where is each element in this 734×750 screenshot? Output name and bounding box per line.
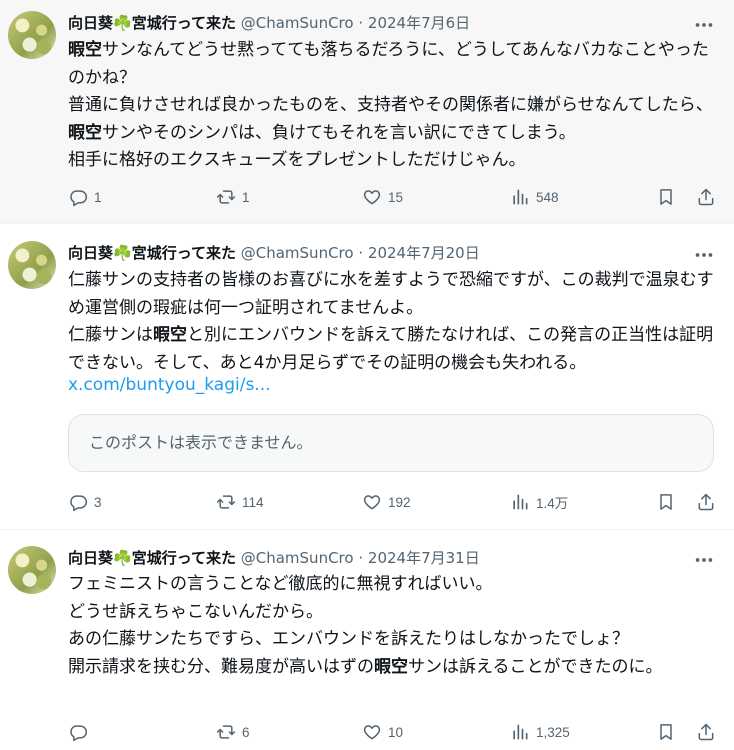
like-button[interactable]: 10: [362, 720, 403, 744]
share-button[interactable]: [696, 490, 716, 514]
like-count: 15: [388, 189, 404, 205]
retweet-count: 114: [242, 494, 264, 510]
tweet-header: 向日葵☘️宮城行って来た @ChamSunCro · 2024年7月20日: [68, 242, 694, 264]
clover-icon: ☘️: [113, 244, 132, 262]
retweet-icon: [216, 190, 236, 204]
author-name-suffix[interactable]: 宮城行って来た: [132, 14, 236, 32]
reply-button[interactable]: 3: [68, 490, 102, 514]
separator: ·: [358, 244, 364, 262]
post-date[interactable]: 2024年7月31日: [368, 549, 480, 567]
tweet[interactable]: 向日葵☘️宮城行って来た @ChamSunCro · 2024年7月6日 暇空サ…: [0, 0, 734, 224]
reply-icon: [70, 725, 88, 742]
bookmark-button[interactable]: [656, 490, 676, 514]
tweet-text: 暇空サンなんてどうせ黙ってても落ちるだろうに、どうしてあんなバカなことやったのか…: [68, 37, 714, 175]
share-button[interactable]: [696, 720, 716, 744]
avatar[interactable]: [8, 241, 56, 289]
bold-keyword: 暇空: [153, 325, 187, 345]
clover-icon: ☘️: [113, 549, 132, 567]
text-segment: サンなんてどうせ黙ってても落ちるだろうに、どうしてあんなバカなことやったのかね？…: [68, 40, 713, 115]
avatar[interactable]: [8, 11, 56, 59]
tweet-header: 向日葵☘️宮城行って来た @ChamSunCro · 2024年7月6日: [68, 12, 694, 34]
retweet-icon: [216, 725, 236, 739]
more-icon[interactable]: [692, 244, 716, 266]
views-button[interactable]: 548: [510, 185, 559, 209]
more-icon[interactable]: [692, 14, 716, 36]
heart-icon: [363, 725, 381, 740]
separator: ·: [358, 14, 364, 32]
author-name-suffix[interactable]: 宮城行って来た: [132, 549, 236, 567]
tweet-text: 仁藤サンの支持者の皆様のお喜びに水を差すようで恐縮ですが、この裁判で温泉むすめ運…: [68, 267, 714, 377]
tweet-link[interactable]: x.com/buntyou_kagi/s...: [68, 372, 714, 400]
share-icon: [698, 723, 714, 741]
separator: ·: [358, 549, 364, 567]
reply-button[interactable]: [68, 720, 94, 744]
avatar[interactable]: [8, 546, 56, 594]
retweet-count: 6: [242, 724, 250, 740]
author-name[interactable]: 向日葵: [68, 14, 113, 32]
views-icon: [513, 724, 528, 740]
author-handle[interactable]: @ChamSunCro: [241, 14, 354, 32]
quoted-post-unavailable[interactable]: このポストは表示できません。: [68, 414, 714, 472]
like-button[interactable]: 192: [362, 490, 411, 514]
like-count: 10: [388, 724, 404, 740]
clover-icon: ☘️: [113, 14, 132, 32]
bold-keyword: 暇空: [68, 40, 102, 60]
bookmark-button[interactable]: [656, 720, 676, 744]
action-bar: 3 114 192 1.4万: [68, 490, 716, 514]
text-segment: サンは訴えることができたのに。: [408, 656, 663, 677]
author-handle[interactable]: @ChamSunCro: [241, 549, 354, 567]
like-count: 192: [388, 494, 411, 510]
tweet-text: フェミニストの言うことなど徹底的に無視すればいい。 どうせ訴えちゃこないんだから…: [68, 571, 714, 681]
reply-icon: [70, 495, 88, 512]
bookmark-icon: [660, 494, 672, 510]
share-icon: [698, 188, 714, 206]
view-count: 1,325: [536, 724, 570, 740]
views-button[interactable]: 1,325: [510, 720, 570, 744]
view-count: 1.4万: [536, 496, 569, 511]
author-name[interactable]: 向日葵: [68, 549, 113, 567]
heart-icon: [363, 495, 381, 510]
retweet-button[interactable]: 6: [216, 720, 250, 744]
author-handle[interactable]: @ChamSunCro: [241, 244, 354, 262]
action-bar: 6 10 1,325: [68, 720, 716, 744]
reply-icon: [70, 190, 88, 207]
bookmark-icon: [660, 724, 672, 740]
retweet-count: 1: [242, 189, 250, 205]
share-button[interactable]: [696, 185, 716, 209]
retweet-button[interactable]: 1: [216, 185, 250, 209]
reply-count: 3: [94, 494, 102, 510]
like-button[interactable]: 15: [362, 185, 403, 209]
views-icon: [513, 494, 528, 510]
tweet-header: 向日葵☘️宮城行って来た @ChamSunCro · 2024年7月31日: [68, 547, 694, 569]
bold-keyword: 暇空: [68, 122, 102, 143]
post-date[interactable]: 2024年7月6日: [368, 14, 470, 32]
share-icon: [698, 493, 714, 511]
action-bar: 1 1 15 548: [68, 185, 716, 209]
bookmark-button[interactable]: [656, 185, 676, 209]
reply-count: 1: [94, 189, 102, 205]
retweet-icon: [216, 495, 236, 509]
heart-icon: [363, 190, 381, 205]
more-icon[interactable]: [692, 549, 716, 571]
tweet[interactable]: 向日葵☘️宮城行って来た @ChamSunCro · 2024年7月20日 仁藤…: [0, 224, 734, 530]
author-name-suffix[interactable]: 宮城行って来た: [132, 244, 236, 262]
text-segment: サンやそのシンパは、負けてもそれを言い訳にできてしまう。 相手に格好のエクスキュ…: [68, 122, 576, 171]
tweet[interactable]: 向日葵☘️宮城行って来た @ChamSunCro · 2024年7月31日 フェ…: [0, 530, 734, 750]
reply-button[interactable]: 1: [68, 185, 102, 209]
views-button[interactable]: 1.4万: [510, 490, 568, 514]
views-icon: [513, 189, 528, 205]
post-date[interactable]: 2024年7月20日: [368, 244, 480, 262]
bold-keyword: 暇空: [374, 656, 408, 677]
retweet-button[interactable]: 114: [216, 490, 264, 514]
view-count: 548: [536, 189, 559, 205]
author-name[interactable]: 向日葵: [68, 244, 113, 262]
bookmark-icon: [660, 189, 672, 205]
